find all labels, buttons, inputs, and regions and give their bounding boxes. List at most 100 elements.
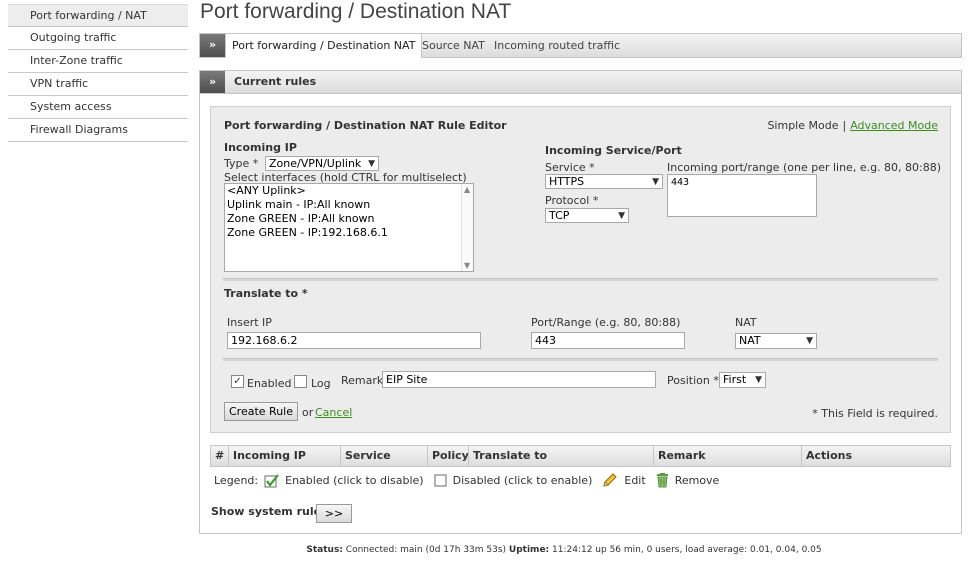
show-system-rules-button[interactable]: >> <box>316 504 352 523</box>
page-title: Port forwarding / Destination NAT <box>200 0 512 23</box>
uptime-label: Uptime: <box>508 545 550 555</box>
required-note: * This Field is required. <box>812 407 938 420</box>
nat-select[interactable]: NAT ▼ <box>735 333 817 349</box>
sidebar-item-firewall-diagrams[interactable]: Firewall Diagrams <box>8 119 188 142</box>
enabled-label: Enabled <box>247 377 292 390</box>
status-bar: Status: Connected: main (0d 17h 33m 53s)… <box>0 545 968 555</box>
chevron-down-icon: ▼ <box>652 177 659 187</box>
chevron-down-icon: ▼ <box>755 375 762 385</box>
column-header-service: Service <box>340 446 427 466</box>
tab-source-nat[interactable]: Source NAT <box>416 34 491 57</box>
simple-mode-label: Simple Mode <box>767 119 839 132</box>
section-divider <box>223 278 938 281</box>
interface-option[interactable]: <ANY Uplink> <box>225 184 473 198</box>
sidebar: Port forwarding / NAT Outgoing traffic I… <box>8 4 188 142</box>
protocol-label: Protocol * <box>545 194 599 207</box>
scroll-down-icon[interactable]: ▼ <box>464 261 470 270</box>
current-rules-panel: » Current rules Port forwarding / Destin… <box>199 70 962 534</box>
position-label: Position * <box>667 374 719 387</box>
editor-title: Port forwarding / Destination NAT Rule E… <box>224 119 507 132</box>
translate-heading: Translate to * <box>224 287 308 300</box>
sidebar-item-vpn-traffic[interactable]: VPN traffic <box>8 73 188 96</box>
sidebar-item-system-access[interactable]: System access <box>8 96 188 119</box>
legend-disabled: Disabled (click to enable) <box>434 474 593 487</box>
scroll-up-icon[interactable]: ▲ <box>464 185 470 194</box>
legend-disabled-label: Disabled (click to enable) <box>452 474 593 487</box>
remark-input[interactable]: EIP Site <box>382 371 656 388</box>
mode-separator: | <box>842 119 847 132</box>
nat-select-value: NAT <box>739 334 761 347</box>
chevron-down-icon: ▼ <box>806 336 813 346</box>
legend: Legend: Enabled (click to disable) Disab… <box>214 472 729 489</box>
column-header-actions: Actions <box>801 446 950 466</box>
log-checkbox[interactable] <box>294 375 307 388</box>
position-select[interactable]: First ▼ <box>719 372 766 388</box>
column-header-number: # <box>215 449 225 462</box>
insert-ip-label: Insert IP <box>227 316 272 329</box>
legend-label: Legend: <box>214 474 259 487</box>
protocol-select[interactable]: TCP ▼ <box>545 208 629 223</box>
enabled-checkbox[interactable]: ✓ <box>231 375 244 388</box>
type-label: Type * <box>224 157 259 170</box>
tab-incoming-routed-traffic[interactable]: Incoming routed traffic <box>488 34 626 57</box>
column-header-translate-to: Translate to <box>468 446 653 466</box>
legend-edit-label: Edit <box>624 474 646 487</box>
chevron-down-icon: ▼ <box>368 159 375 169</box>
section-divider <box>223 358 938 361</box>
translate-port-label: Port/Range (e.g. 80, 80:88) <box>531 316 681 329</box>
interface-option[interactable]: Uplink main - IP:All known <box>225 198 473 212</box>
listbox-scrollbar[interactable]: ▲ ▼ <box>461 184 473 271</box>
sidebar-item-inter-zone-traffic[interactable]: Inter-Zone traffic <box>8 50 188 73</box>
column-header-incoming-ip: Incoming IP <box>228 446 340 466</box>
protocol-select-value: TCP <box>549 209 570 222</box>
chevron-down-icon: ▼ <box>618 211 625 221</box>
service-select-value: HTTPS <box>549 175 585 188</box>
service-select[interactable]: HTTPS ▼ <box>545 174 663 189</box>
advanced-mode-link[interactable]: Advanced Mode <box>850 119 938 132</box>
status-label: Status: <box>306 545 343 555</box>
sidebar-item-port-forwarding[interactable]: Port forwarding / NAT <box>8 4 188 27</box>
rule-editor: Port forwarding / Destination NAT Rule E… <box>210 106 951 433</box>
or-text: or <box>302 406 314 419</box>
insert-ip-input[interactable]: 192.168.6.2 <box>227 332 481 349</box>
rules-table-header: # Incoming IP Service Policy Translate t… <box>210 445 951 467</box>
uptime-value: 11:24:12 up 56 min, 0 users, load averag… <box>552 545 822 555</box>
create-rule-button[interactable]: Create Rule <box>224 402 298 421</box>
log-label: Log <box>311 377 331 390</box>
cancel-link[interactable]: Cancel <box>315 406 352 419</box>
panel-header: » Current rules <box>200 71 961 94</box>
interfaces-listbox[interactable]: <ANY Uplink> Uplink main - IP:All known … <box>224 183 474 272</box>
type-select[interactable]: Zone/VPN/Uplink ▼ <box>265 156 379 171</box>
incoming-ip-heading: Incoming IP <box>224 141 297 154</box>
type-select-value: Zone/VPN/Uplink <box>269 157 362 170</box>
chevron-right-icon[interactable]: » <box>200 71 225 93</box>
column-header-policy: Policy <box>427 446 469 466</box>
tab-bar: » Port forwarding / Destination NAT Sour… <box>199 33 962 58</box>
interface-option[interactable]: Zone GREEN - IP:All known <box>225 212 473 226</box>
translate-port-input[interactable]: 443 <box>531 332 685 349</box>
trash-icon <box>656 473 668 488</box>
incoming-port-label: Incoming port/range (one per line, e.g. … <box>667 161 942 174</box>
incoming-port-textarea[interactable]: 443 <box>667 174 817 217</box>
show-system-rules-label: Show system rules <box>211 505 328 518</box>
check-icon <box>264 473 279 487</box>
status-value: Connected: main (0d 17h 33m 53s) <box>345 545 507 555</box>
incoming-service-heading: Incoming Service/Port <box>545 144 682 157</box>
panel-title: Current rules <box>234 75 317 88</box>
legend-remove: Remove <box>656 473 720 488</box>
sidebar-item-outgoing-traffic[interactable]: Outgoing traffic <box>8 27 188 50</box>
pencil-icon <box>603 473 618 487</box>
mode-switch: Simple Mode | Advanced Mode <box>767 119 938 132</box>
remark-label: Remark <box>341 374 384 387</box>
legend-remove-label: Remove <box>674 474 720 487</box>
nat-label: NAT <box>735 316 757 329</box>
interface-option[interactable]: Zone GREEN - IP:192.168.6.1 <box>225 226 473 240</box>
checkbox-empty-icon <box>434 474 447 487</box>
column-header-remark: Remark <box>653 446 801 466</box>
service-label: Service * <box>545 161 595 174</box>
legend-edit: Edit <box>602 473 646 488</box>
legend-enabled: Enabled (click to disable) <box>264 473 424 488</box>
legend-enabled-label: Enabled (click to disable) <box>285 474 424 487</box>
tab-port-forwarding[interactable]: Port forwarding / Destination NAT <box>225 34 423 58</box>
chevron-right-icon: » <box>200 34 225 57</box>
